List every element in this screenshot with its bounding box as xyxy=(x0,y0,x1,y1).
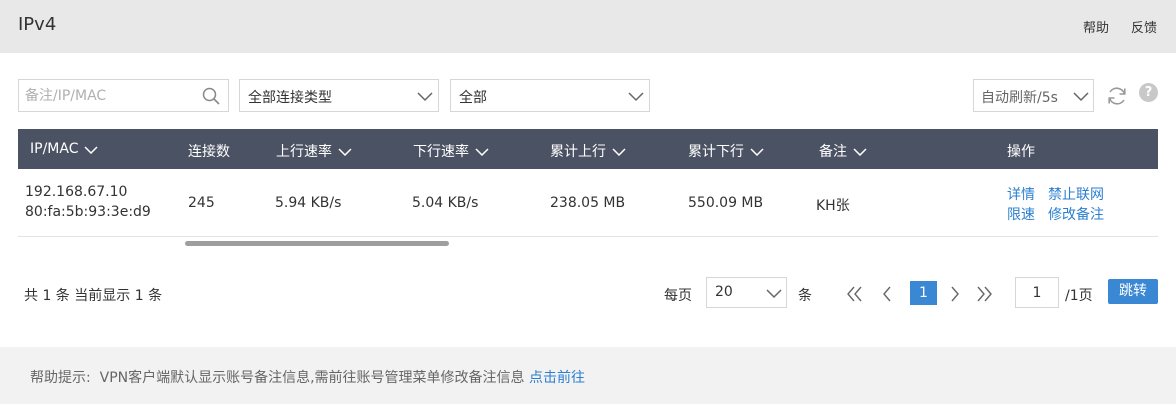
page-title: IPv4 xyxy=(18,14,57,35)
cell-total-down: 550.09 MB xyxy=(688,195,764,211)
sort-chevron-icon xyxy=(84,145,99,154)
help-hint-bar: 帮助提示: VPN客户端默认显示账号备注信息,需前往账号管理菜单修改备注信息 点… xyxy=(0,347,1176,404)
column-header-label: 操作 xyxy=(1007,144,1035,160)
scope-select[interactable]: 全部 xyxy=(450,79,650,112)
column-header-label: 上行速率 xyxy=(276,144,332,160)
cell-ip: 192.168.67.10 xyxy=(25,184,128,200)
sort-chevron-icon xyxy=(612,147,626,156)
table-header: IP/MAC 连接数 上行速率 下行速率 累计上行 累计下行 备注 操作 xyxy=(18,129,1158,169)
edit-remark-link[interactable]: 修改备注 xyxy=(1048,204,1104,224)
last-page-icon[interactable] xyxy=(974,285,994,303)
search-input[interactable] xyxy=(19,80,199,111)
rate-limit-link[interactable]: 限速 xyxy=(1007,204,1035,224)
details-link[interactable]: 详情 xyxy=(1007,184,1035,204)
column-header-label: IP/MAC xyxy=(30,141,79,157)
column-header-label: 下行速率 xyxy=(413,144,469,160)
page-size-value: 20 xyxy=(715,284,733,300)
scope-value: 全部 xyxy=(459,90,487,106)
column-header-connections[interactable]: 连接数 xyxy=(188,141,230,161)
cell-mac: 80:fa:5b:93:3e:d9 xyxy=(25,204,151,220)
top-bar: IPv4 帮助 反馈 xyxy=(0,0,1176,53)
column-header-remark[interactable]: 备注 xyxy=(819,141,867,161)
chevron-down-icon xyxy=(628,92,644,102)
jump-button[interactable]: 跳转 xyxy=(1108,279,1158,304)
column-header-total-down[interactable]: 累计下行 xyxy=(688,141,764,161)
sort-chevron-icon xyxy=(750,147,764,156)
horizontal-scrollbar[interactable] xyxy=(185,241,449,246)
page-number-current[interactable]: 1 xyxy=(910,281,937,305)
chevron-down-icon xyxy=(417,92,433,102)
table-row: 192.168.67.10 80:fa:5b:93:3e:d9 245 5.94… xyxy=(18,169,1158,237)
cell-total-up: 238.05 MB xyxy=(550,195,626,211)
feedback-link[interactable]: 反馈 xyxy=(1131,17,1157,36)
help-question-icon[interactable]: ? xyxy=(1139,83,1158,102)
column-header-label: 备注 xyxy=(819,144,847,160)
connection-type-select[interactable]: 全部连接类型 xyxy=(239,79,439,112)
column-header-label: 累计下行 xyxy=(688,144,744,160)
next-page-icon[interactable] xyxy=(945,285,965,303)
cell-connections: 245 xyxy=(188,195,215,211)
auto-refresh-value: 自动刷新/5s xyxy=(981,90,1058,106)
record-summary: 共 1 条 当前显示 1 条 xyxy=(24,288,163,304)
column-header-label: 连接数 xyxy=(188,144,230,160)
column-header-total-up[interactable]: 累计上行 xyxy=(550,141,626,161)
page-jump-input[interactable] xyxy=(1015,277,1059,308)
page-size-select[interactable]: 20 xyxy=(706,277,787,308)
chevron-down-icon xyxy=(766,289,782,299)
column-header-down-rate[interactable]: 下行速率 xyxy=(413,141,489,161)
help-hint-text: 帮助提示: VPN客户端默认显示账号备注信息,需前往账号管理菜单修改备注信息 xyxy=(30,370,525,386)
per-page-label: 每页 xyxy=(664,288,692,304)
help-hint: 帮助提示: VPN客户端默认显示账号备注信息,需前往账号管理菜单修改备注信息 点… xyxy=(30,367,585,387)
go-to-link[interactable]: 点击前往 xyxy=(529,370,585,386)
total-pages-label: /1页 xyxy=(1065,288,1093,304)
connection-type-value: 全部连接类型 xyxy=(248,90,332,106)
prev-page-icon[interactable] xyxy=(877,285,897,303)
column-header-up-rate[interactable]: 上行速率 xyxy=(276,141,352,161)
chevron-down-icon xyxy=(1073,92,1089,102)
block-network-link[interactable]: 禁止联网 xyxy=(1048,184,1104,204)
cell-up-rate: 5.94 KB/s xyxy=(275,195,342,211)
cell-remark: KH张 xyxy=(816,198,850,214)
first-page-icon[interactable] xyxy=(845,285,865,303)
column-header-actions: 操作 xyxy=(1007,141,1035,161)
refresh-icon[interactable] xyxy=(1105,84,1129,108)
auto-refresh-select[interactable]: 自动刷新/5s xyxy=(973,79,1094,112)
sort-chevron-icon xyxy=(338,147,352,156)
help-link[interactable]: 帮助 xyxy=(1083,17,1109,36)
cell-down-rate: 5.04 KB/s xyxy=(412,195,479,211)
sort-chevron-icon xyxy=(475,147,489,156)
search-box xyxy=(18,79,229,112)
column-header-ip-mac[interactable]: IP/MAC xyxy=(30,141,99,157)
column-header-label: 累计上行 xyxy=(550,144,606,160)
page-size-unit: 条 xyxy=(798,288,812,304)
search-icon[interactable] xyxy=(202,87,220,105)
sort-chevron-icon xyxy=(853,147,867,156)
